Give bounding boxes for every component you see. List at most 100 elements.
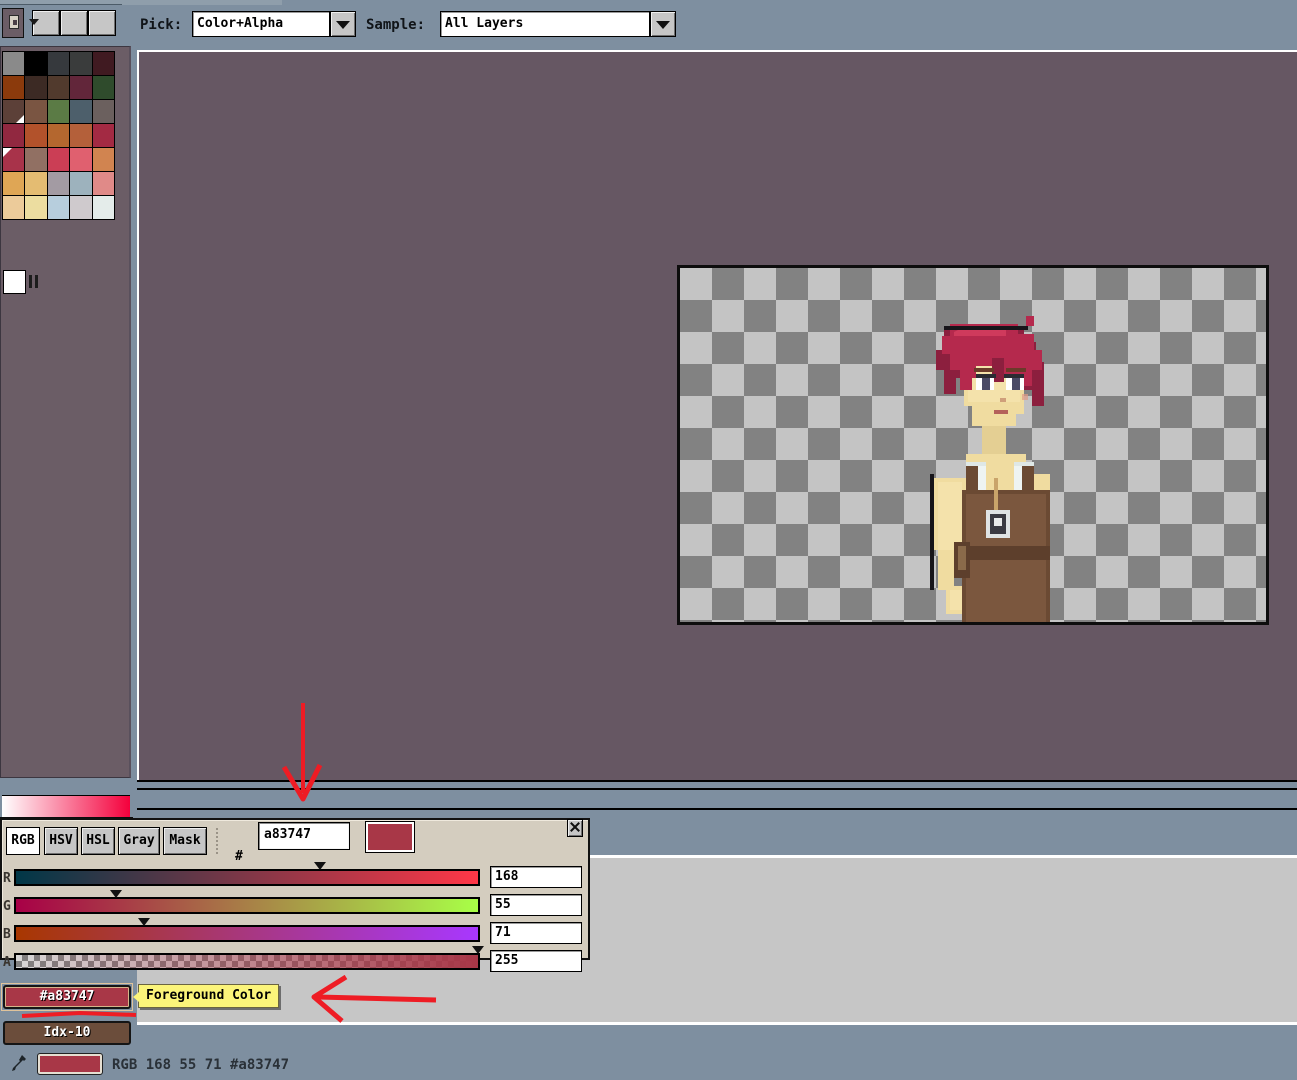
mode-tab-rgb[interactable]: RGB xyxy=(6,827,40,855)
palette-swatch[interactable] xyxy=(69,51,92,76)
palette-row xyxy=(3,196,120,220)
channel-input-a[interactable]: 255 xyxy=(490,950,582,972)
arrow-down-button[interactable] xyxy=(32,10,60,36)
channel-input-g[interactable]: 55 xyxy=(490,894,582,916)
palette-swatch[interactable] xyxy=(2,75,25,100)
channel-input-b[interactable]: 71 xyxy=(490,922,582,944)
palette-swatch[interactable] xyxy=(47,147,70,172)
palette-swatch[interactable] xyxy=(92,123,115,148)
channel-value-r: 168 xyxy=(495,869,518,884)
top-toolbar: Pick: Color+Alpha Sample: All Layers xyxy=(0,0,1297,46)
palette-swatch[interactable] xyxy=(2,51,25,76)
slider-knob-a[interactable] xyxy=(472,946,484,954)
channel-value-a: 255 xyxy=(495,953,518,968)
mode-tab-hsv[interactable]: HSV xyxy=(44,827,78,855)
status-color-swatch[interactable] xyxy=(38,1054,102,1074)
channel-label-g: G xyxy=(3,899,11,914)
mode-tab-mask[interactable]: Mask xyxy=(163,827,207,855)
slider-row-a[interactable]: A 255 xyxy=(0,952,590,974)
palette-row xyxy=(3,76,120,100)
palette-swatch[interactable] xyxy=(24,171,47,196)
panel-divider-1 xyxy=(137,780,1297,786)
palette-swatch[interactable] xyxy=(2,147,25,172)
slider-track-r[interactable] xyxy=(14,869,480,886)
palette-grid[interactable] xyxy=(3,52,120,220)
slider-knob-g[interactable] xyxy=(110,890,122,898)
palette-row xyxy=(3,52,120,76)
canvas-viewport[interactable] xyxy=(137,50,1297,780)
mode-tab-hsl[interactable]: HSL xyxy=(81,827,115,855)
palette-swatch[interactable] xyxy=(2,99,25,124)
palette-swatch[interactable] xyxy=(2,195,25,220)
sample-value[interactable]: All Layers xyxy=(440,11,650,37)
slider-knob-r[interactable] xyxy=(314,862,326,870)
palette-swatch[interactable] xyxy=(69,195,92,220)
palette-swatch[interactable] xyxy=(47,171,70,196)
palette-row xyxy=(3,100,120,124)
mode-tab-gray[interactable]: Gray xyxy=(118,827,160,855)
channel-input-r[interactable]: 168 xyxy=(490,866,582,888)
palette-swatch[interactable] xyxy=(24,195,47,220)
sample-label: Sample: xyxy=(366,17,425,33)
palette-swatch[interactable] xyxy=(47,75,70,100)
palette-swatch[interactable] xyxy=(47,195,70,220)
channel-value-g: 55 xyxy=(495,897,511,912)
palette-panel xyxy=(0,46,131,778)
slider-track-b[interactable] xyxy=(14,925,480,942)
hue-gradient-bar[interactable] xyxy=(2,795,130,817)
stamp-lock-icon[interactable] xyxy=(2,8,24,38)
palette-swatch[interactable] xyxy=(47,99,70,124)
palette-swatch[interactable] xyxy=(24,123,47,148)
palette-row xyxy=(3,172,120,196)
filled-square-button[interactable] xyxy=(60,10,88,36)
palette-row xyxy=(3,148,120,172)
palette-swatch[interactable] xyxy=(69,123,92,148)
palette-swatch[interactable] xyxy=(92,99,115,124)
palette-swatch[interactable] xyxy=(2,171,25,196)
hex-input[interactable]: a83747 xyxy=(258,822,350,850)
close-icon[interactable] xyxy=(567,819,583,837)
palette-swatch[interactable] xyxy=(24,147,47,172)
palette-swatch[interactable] xyxy=(69,171,92,196)
color-preview-swatch[interactable] xyxy=(366,822,414,852)
slider-row-r[interactable]: R 168 xyxy=(0,868,590,890)
slider-track-g[interactable] xyxy=(14,897,480,914)
palette-swatch-white[interactable] xyxy=(3,270,26,294)
toolbar-tab-strip-mid xyxy=(122,0,282,5)
foreground-color-button[interactable]: #a83747 xyxy=(3,985,131,1009)
palette-swatch[interactable] xyxy=(69,147,92,172)
slider-row-g[interactable]: G 55 xyxy=(0,896,590,918)
slider-row-b[interactable]: B 71 xyxy=(0,924,590,946)
menu-button[interactable] xyxy=(88,10,116,36)
palette-swatch[interactable] xyxy=(69,75,92,100)
palette-swatch[interactable] xyxy=(2,123,25,148)
palette-swatch[interactable] xyxy=(24,51,47,76)
palette-swatch[interactable] xyxy=(24,75,47,100)
sample-combo[interactable]: All Layers xyxy=(440,11,676,37)
palette-swatch[interactable] xyxy=(24,99,47,124)
pick-value[interactable]: Color+Alpha xyxy=(192,11,330,37)
palette-swatch[interactable] xyxy=(69,99,92,124)
slider-track-a[interactable] xyxy=(14,953,480,970)
palette-swatch[interactable] xyxy=(47,123,70,148)
chevron-down-icon[interactable] xyxy=(330,11,356,37)
palette-swatch[interactable] xyxy=(92,171,115,196)
eyedropper-icon xyxy=(8,1053,28,1073)
palette-swatch[interactable] xyxy=(92,147,115,172)
artboard[interactable] xyxy=(677,265,1269,625)
slider-knob-b[interactable] xyxy=(138,918,150,926)
channel-value-b: 71 xyxy=(495,925,511,940)
pick-combo[interactable]: Color+Alpha xyxy=(192,11,356,37)
palette-swatch[interactable] xyxy=(92,75,115,100)
status-color-text: RGB 168 55 71 #a83747 xyxy=(112,1057,289,1073)
palette-index-button[interactable]: Idx-10 xyxy=(3,1021,131,1045)
status-bar: RGB 168 55 71 #a83747 xyxy=(0,1048,1297,1080)
palette-swatch[interactable] xyxy=(92,51,115,76)
palette-swatch[interactable] xyxy=(92,195,115,220)
pixel-art-character xyxy=(878,306,1108,625)
hash-label: # xyxy=(235,849,243,864)
mode-divider xyxy=(216,828,218,854)
palette-swatch[interactable] xyxy=(47,51,70,76)
chevron-down-icon[interactable] xyxy=(650,11,676,37)
foreground-color-tooltip: Foreground Color xyxy=(138,984,279,1008)
